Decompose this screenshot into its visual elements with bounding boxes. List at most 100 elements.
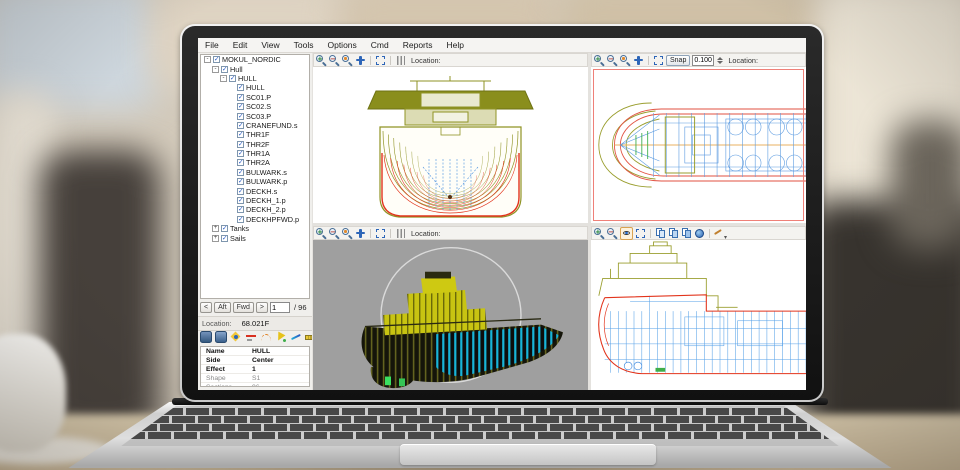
checkbox-checked-icon[interactable]: ✓ bbox=[237, 197, 244, 205]
pan-icon[interactable] bbox=[355, 228, 366, 239]
menu-item[interactable]: Reports bbox=[396, 38, 440, 52]
zoom-in-icon[interactable] bbox=[316, 54, 327, 66]
checkbox-checked-icon[interactable]: ✓ bbox=[221, 225, 228, 233]
zoom-window-icon[interactable] bbox=[342, 227, 353, 239]
spinner-up-icon[interactable] bbox=[717, 56, 724, 60]
checkbox-checked-icon[interactable]: ✓ bbox=[229, 74, 236, 82]
menu-item[interactable]: Edit bbox=[226, 38, 255, 52]
pan-icon[interactable] bbox=[355, 55, 366, 66]
fit-icon[interactable] bbox=[375, 55, 386, 66]
checkbox-checked-icon[interactable]: ✓ bbox=[213, 56, 220, 64]
snap-spinner[interactable] bbox=[717, 56, 724, 64]
tree-node[interactable]: ✓ DECKH_1.p bbox=[201, 196, 309, 205]
menu-item[interactable]: Tools bbox=[287, 38, 321, 52]
compass-icon[interactable] bbox=[230, 331, 242, 343]
section-view-icon[interactable] bbox=[200, 331, 212, 343]
snap-button[interactable]: Snap bbox=[666, 54, 691, 66]
draw-pen-icon[interactable] bbox=[290, 331, 302, 343]
expander-icon[interactable]: - bbox=[220, 74, 227, 82]
sep-icon[interactable] bbox=[370, 228, 371, 238]
pan-icon[interactable] bbox=[633, 55, 644, 66]
body-plan-canvas[interactable] bbox=[313, 67, 588, 223]
checkbox-checked-icon[interactable]: ✓ bbox=[237, 140, 244, 148]
zoom-window-icon[interactable] bbox=[620, 54, 631, 66]
tree-node[interactable]: ✓ THR1F bbox=[201, 130, 309, 139]
visibility-icon[interactable] bbox=[620, 226, 633, 240]
tree-node[interactable]: ✓ DECKHPFWD.p bbox=[201, 215, 309, 224]
model-tree[interactable]: - ✓ MOKUL_NORDIC - ✓ Hull - ✓ HULL ✓ HUL… bbox=[200, 54, 310, 299]
world-icon[interactable] bbox=[694, 228, 705, 239]
checkbox-checked-icon[interactable]: ✓ bbox=[237, 121, 244, 129]
menu-item[interactable]: File bbox=[198, 38, 226, 52]
checkbox-checked-icon[interactable]: ✓ bbox=[237, 150, 244, 158]
hull-view-icon[interactable] bbox=[215, 331, 227, 343]
menu-item[interactable]: Cmd bbox=[364, 38, 396, 52]
three-d-canvas[interactable] bbox=[313, 240, 588, 390]
menu-item[interactable]: Help bbox=[440, 38, 471, 52]
checkbox-checked-icon[interactable]: ✓ bbox=[237, 84, 244, 92]
tree-node[interactable]: + ✓ Sails bbox=[201, 233, 309, 243]
prev-section-button[interactable]: < bbox=[200, 302, 213, 313]
sep-icon[interactable] bbox=[648, 55, 649, 65]
tree-node[interactable]: - ✓ Hull bbox=[201, 64, 309, 74]
section-index-input[interactable] bbox=[269, 302, 290, 313]
checkbox-checked-icon[interactable]: ✓ bbox=[237, 112, 244, 120]
zoom-in-icon[interactable] bbox=[316, 227, 327, 239]
tree-node[interactable]: ✓ SC01.P bbox=[201, 93, 309, 102]
tree-node[interactable]: ✓ HULL bbox=[201, 83, 309, 92]
paste-view-icon[interactable] bbox=[668, 227, 679, 239]
checkbox-checked-icon[interactable]: ✓ bbox=[237, 215, 244, 223]
zoom-out-icon[interactable] bbox=[329, 54, 340, 66]
expander-icon[interactable]: - bbox=[212, 65, 219, 73]
sep-icon[interactable] bbox=[390, 228, 391, 238]
tree-node[interactable]: ✓ THR2F bbox=[201, 140, 309, 149]
spline-icon[interactable] bbox=[260, 331, 272, 343]
tree-node[interactable]: ✓ SC03.P bbox=[201, 111, 309, 121]
sep-icon[interactable] bbox=[709, 228, 710, 238]
fill-color-icon[interactable] bbox=[275, 331, 287, 343]
zoom-in-icon[interactable] bbox=[594, 54, 605, 66]
zoom-out-icon[interactable] bbox=[607, 227, 618, 239]
sep-icon[interactable] bbox=[370, 55, 371, 65]
checkbox-checked-icon[interactable]: ✓ bbox=[237, 159, 244, 167]
expander-icon[interactable]: + bbox=[212, 225, 219, 233]
profile-view-canvas[interactable] bbox=[591, 240, 806, 390]
tree-node[interactable]: ✓ THR1A bbox=[201, 149, 309, 158]
sep-icon[interactable] bbox=[390, 55, 391, 65]
aft-button[interactable]: Aft bbox=[214, 302, 231, 313]
checkbox-checked-icon[interactable]: ✓ bbox=[237, 131, 244, 139]
menu-item[interactable]: View bbox=[254, 38, 286, 52]
tree-node[interactable]: ✓ CRANEFUND.s bbox=[201, 121, 309, 130]
tree-node[interactable]: ✓ DECKH_2.p bbox=[201, 205, 309, 214]
checkbox-checked-icon[interactable]: ✓ bbox=[237, 93, 244, 101]
expander-icon[interactable]: - bbox=[204, 56, 211, 64]
sections-icon[interactable] bbox=[395, 228, 406, 239]
edit-dropdown-icon[interactable] bbox=[714, 228, 727, 241]
zoom-out-icon[interactable] bbox=[329, 227, 340, 239]
checkbox-checked-icon[interactable]: ✓ bbox=[237, 168, 244, 176]
zoom-in-icon[interactable] bbox=[594, 227, 605, 239]
spinner-down-icon[interactable] bbox=[717, 60, 724, 64]
sections-icon[interactable] bbox=[395, 55, 406, 66]
checkbox-checked-icon[interactable]: ✓ bbox=[237, 178, 244, 186]
checkbox-checked-icon[interactable]: ✓ bbox=[221, 234, 228, 242]
tree-node[interactable]: - ✓ HULL bbox=[201, 74, 309, 83]
copy-view-icon[interactable] bbox=[655, 227, 666, 239]
fwd-button[interactable]: Fwd bbox=[232, 302, 254, 313]
zoom-window-icon[interactable] bbox=[342, 54, 353, 66]
plan-view-canvas[interactable] bbox=[591, 67, 806, 223]
tree-node[interactable]: + ✓ Tanks bbox=[201, 224, 309, 233]
tree-node[interactable]: ✓ BULWARK.s bbox=[201, 168, 309, 177]
snap-value-input[interactable] bbox=[692, 54, 715, 66]
zoom-out-icon[interactable] bbox=[607, 54, 618, 66]
fit-icon[interactable] bbox=[375, 228, 386, 239]
expander-icon[interactable]: + bbox=[212, 234, 219, 242]
fit-icon[interactable] bbox=[653, 55, 664, 66]
menu-item[interactable]: Options bbox=[320, 38, 363, 52]
sep-icon[interactable] bbox=[650, 228, 651, 238]
tree-node[interactable]: ✓ SC02.S bbox=[201, 102, 309, 111]
checkbox-checked-icon[interactable]: ✓ bbox=[221, 65, 228, 73]
fit-icon[interactable] bbox=[635, 228, 646, 239]
checkbox-checked-icon[interactable]: ✓ bbox=[237, 187, 244, 195]
tree-node[interactable]: ✓ DECKH.s bbox=[201, 186, 309, 196]
